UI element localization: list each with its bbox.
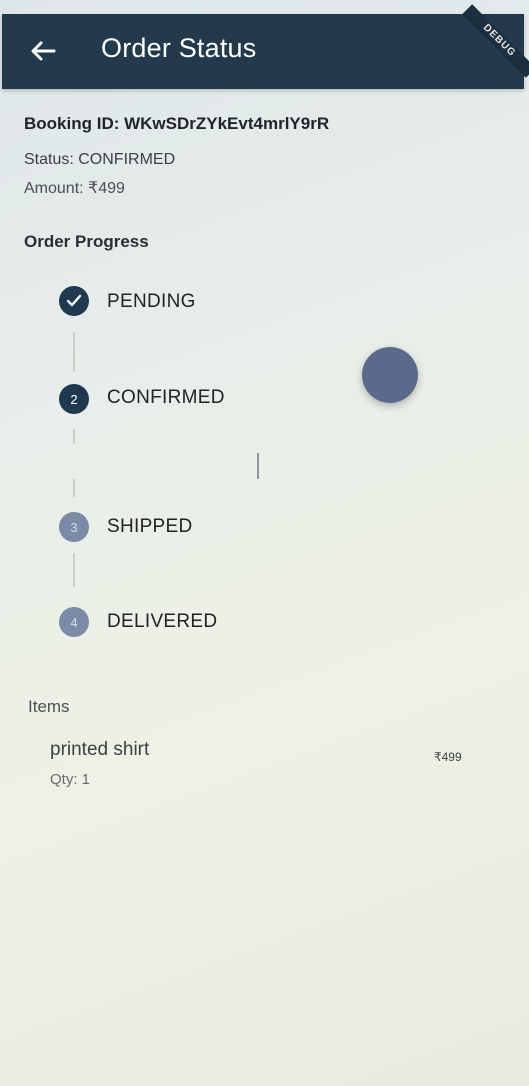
step-connector bbox=[73, 479, 75, 497]
step-connector bbox=[73, 332, 75, 372]
arrow-left-icon bbox=[31, 41, 56, 61]
step-pending-label: PENDING bbox=[107, 291, 196, 312]
step-shipped-label: SHIPPED bbox=[107, 516, 193, 537]
divider-mark bbox=[257, 453, 259, 479]
step-connector bbox=[73, 429, 75, 444]
step-connector bbox=[73, 553, 75, 587]
step-confirmed-label: CONFIRMED bbox=[107, 387, 225, 408]
debug-banner: DEBUG bbox=[462, 4, 529, 78]
booking-id: Booking ID: WKwSDrZYkEvt4mrlY9rR bbox=[24, 114, 330, 133]
order-progress-heading: Order Progress bbox=[24, 232, 149, 251]
order-status-text: Status: CONFIRMED bbox=[24, 151, 176, 168]
floating-action-button[interactable] bbox=[362, 347, 418, 403]
step-confirmed-indicator: 2 bbox=[59, 384, 89, 414]
app-bar: Order Status DEBUG bbox=[2, 4, 529, 89]
order-status-screen: Order Status DEBUG Booking ID: WKwSDrZYk… bbox=[0, 0, 529, 1086]
step-pending-indicator bbox=[59, 286, 89, 316]
step-delivered-label: DELIVERED bbox=[107, 611, 218, 632]
page-title: Order Status bbox=[101, 33, 257, 63]
item-name: printed shirt bbox=[50, 739, 150, 760]
order-amount-text: Amount: ₹499 bbox=[24, 180, 125, 197]
item-quantity: Qty: 1 bbox=[50, 771, 91, 788]
step-delivered-indicator: 4 bbox=[59, 607, 89, 637]
check-icon bbox=[66, 294, 82, 307]
step-shipped-indicator: 3 bbox=[59, 512, 89, 542]
item-price: ₹499 bbox=[434, 750, 462, 764]
back-button[interactable] bbox=[26, 34, 60, 68]
items-heading: Items bbox=[28, 697, 70, 716]
main-content: Booking ID: WKwSDrZYkEvt4mrlY9rR Status:… bbox=[0, 89, 529, 1086]
